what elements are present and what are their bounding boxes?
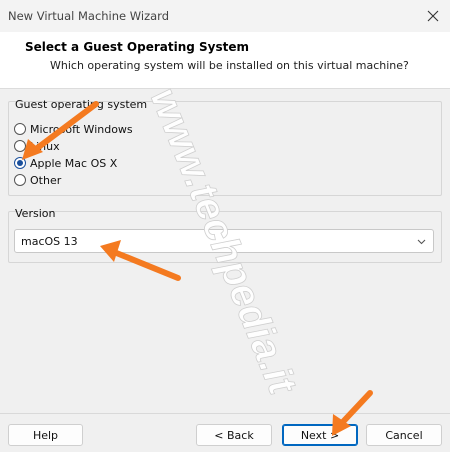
radio-button[interactable] [14,140,26,152]
next-button[interactable]: Next > [282,424,358,446]
radio-label: Microsoft Windows [30,122,133,136]
radio-linux[interactable]: Linux [14,138,60,154]
page-title: Select a Guest Operating System [25,40,250,54]
radio-microsoft-windows[interactable]: Microsoft Windows [14,121,133,137]
wizard-window: New Virtual Machine Wizard Select a Gues… [0,0,450,452]
version-selected-value: macOS 13 [21,235,78,248]
version-legend: Version [15,207,56,220]
help-button[interactable]: Help [8,424,83,446]
page-subtitle: Which operating system will be installed… [50,59,409,72]
window-title: New Virtual Machine Wizard [8,9,169,23]
radio-button-selected[interactable] [14,157,26,169]
radio-other[interactable]: Other [14,172,61,188]
radio-label: Apple Mac OS X [30,156,118,170]
guest-os-group [8,101,442,196]
guest-os-legend: Guest operating system [15,98,148,111]
close-button[interactable] [416,0,450,32]
radio-label: Other [30,173,62,187]
cancel-button[interactable]: Cancel [366,424,442,446]
radio-button[interactable] [14,174,26,186]
back-button[interactable]: < Back [196,424,272,446]
radio-label: Linux [30,139,60,153]
wizard-header: Select a Guest Operating System Which op… [0,32,450,89]
radio-apple-mac-os-x[interactable]: Apple Mac OS X [14,155,117,171]
version-dropdown[interactable]: macOS 13 [14,229,434,253]
title-bar: New Virtual Machine Wizard [0,0,450,32]
close-icon [427,10,439,22]
chevron-down-icon [417,239,426,245]
radio-button[interactable] [14,123,26,135]
footer-divider [0,413,450,414]
